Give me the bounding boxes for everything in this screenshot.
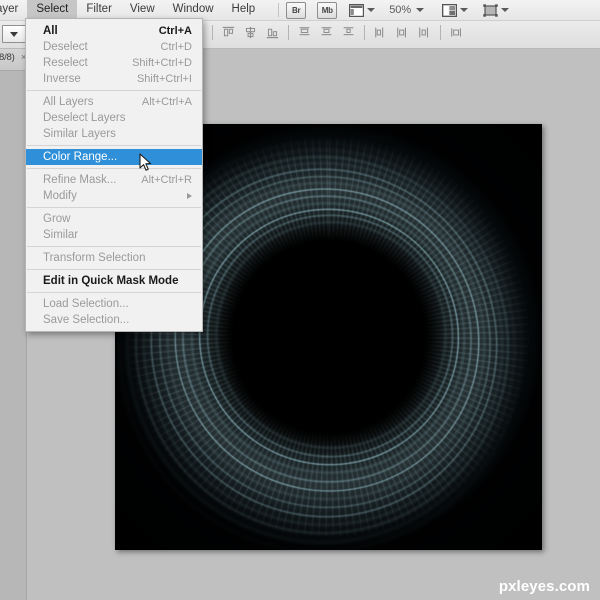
menu-item-label: All <box>43 25 58 37</box>
menu-item-save-selection[interactable]: Save Selection... <box>26 312 202 328</box>
menu-item-load-selection[interactable]: Load Selection... <box>26 296 202 312</box>
menu-item-label: Inverse <box>43 73 81 85</box>
toolbar-divider <box>440 25 441 40</box>
align-bottom-edges-icon[interactable] <box>266 26 279 39</box>
menu-item-shortcut: Alt+Ctrl+R <box>141 174 192 186</box>
menu-item-all-layers[interactable]: All Layers Alt+Ctrl+A <box>26 94 202 110</box>
menu-item-similar-layers[interactable]: Similar Layers <box>26 126 202 142</box>
zoom-level-label: 50% <box>389 4 412 16</box>
menu-item-label: Similar <box>43 229 79 241</box>
distribute-spacing-icon[interactable] <box>450 26 463 39</box>
menu-item-shortcut: Shift+Ctrl+D <box>132 57 192 69</box>
menu-item-label: Load Selection... <box>43 298 129 310</box>
menu-separator <box>27 246 201 247</box>
menu-item-label: Save Selection... <box>43 314 130 326</box>
menu-item-label: All Layers <box>43 96 94 108</box>
menu-item-color-range[interactable]: Color Range... <box>26 149 202 165</box>
menu-item-similar[interactable]: Similar <box>26 227 202 243</box>
menu-item-deselect-layers[interactable]: Deselect Layers <box>26 110 202 126</box>
menu-item-deselect[interactable]: Deselect Ctrl+D <box>26 39 202 55</box>
menu-separator <box>27 168 201 169</box>
menu-view[interactable]: View <box>121 0 164 20</box>
menu-item-label: Reselect <box>43 57 88 69</box>
left-panel-strip <box>0 70 27 600</box>
menu-item-label: Color Range... <box>43 151 118 163</box>
watermark: pxleyes.com <box>498 578 590 595</box>
screen-mode-icon[interactable] <box>441 3 458 18</box>
menu-separator <box>27 90 201 91</box>
menu-separator <box>27 145 201 146</box>
align-top-edges-icon[interactable] <box>222 26 235 39</box>
zoom-level-chevron-icon[interactable] <box>416 8 425 12</box>
submenu-arrow-icon <box>187 193 192 199</box>
menu-filter[interactable]: Filter <box>77 0 121 20</box>
screen-mode-chevron-icon[interactable] <box>460 8 469 12</box>
align-horizontal-centers-icon[interactable] <box>320 26 333 39</box>
toolbar-divider <box>212 25 213 40</box>
distribute-vertical-centers-icon[interactable] <box>396 26 409 39</box>
menu-separator <box>27 269 201 270</box>
menubar-divider <box>278 3 280 17</box>
menu-item-grow[interactable]: Grow <box>26 211 202 227</box>
menu-item-label: Modify <box>43 190 77 202</box>
menu-layer[interactable]: ayer <box>0 0 27 20</box>
align-right-edges-icon[interactable] <box>298 26 311 39</box>
menu-window[interactable]: Window <box>164 0 223 20</box>
photoshop-window: 8/8) × ayer Select Filter View <box>0 0 600 600</box>
toolbar-divider <box>364 25 365 40</box>
align-vertical-centers-icon[interactable] <box>244 26 257 39</box>
chevron-down-icon <box>10 31 18 37</box>
menu-item-reselect[interactable]: Reselect Shift+Ctrl+D <box>26 55 202 71</box>
menu-help[interactable]: Help <box>223 0 265 20</box>
menu-item-inverse[interactable]: Inverse Shift+Ctrl+I <box>26 71 202 87</box>
distribute-horizontal-centers-icon[interactable] <box>374 26 387 39</box>
document-tab-label: 8/8) <box>0 52 15 63</box>
menu-item-edit-in-quick-mask-mode[interactable]: Edit in Quick Mask Mode <box>26 273 202 289</box>
menu-item-modify[interactable]: Modify <box>26 188 202 204</box>
arrange-documents-icon[interactable] <box>348 3 365 18</box>
menu-item-shortcut: Alt+Ctrl+A <box>141 96 192 108</box>
distribute-left-edges-icon[interactable] <box>342 26 355 39</box>
bridge-button[interactable]: Br <box>286 1 307 19</box>
menu-item-label: Deselect <box>43 41 88 53</box>
menu-item-label: Grow <box>43 213 71 225</box>
menu-item-label: Edit in Quick Mask Mode <box>43 275 179 287</box>
menu-item-label: Refine Mask... <box>43 174 117 186</box>
menu-item-transform-selection[interactable]: Transform Selection <box>26 250 202 266</box>
menu-item-label: Similar Layers <box>43 128 116 140</box>
menu-item-shortcut: Shift+Ctrl+I <box>136 73 192 85</box>
menu-select[interactable]: Select <box>27 0 78 20</box>
menu-item-label: Transform Selection <box>43 252 146 264</box>
menu-item-all[interactable]: All Ctrl+A <box>26 23 202 39</box>
select-menu-dropdown[interactable]: All Ctrl+A Deselect Ctrl+D Reselect Shift+Ctr… <box>25 18 203 332</box>
mini-bridge-button[interactable]: Mb <box>317 1 338 19</box>
mouse-cursor-icon <box>139 153 152 171</box>
tool-preset-dropdown[interactable] <box>2 25 26 43</box>
menu-item-label: Deselect Layers <box>43 112 126 124</box>
arrange-documents-chevron-icon[interactable] <box>367 8 376 12</box>
workspace-switcher-chevron-icon[interactable] <box>501 8 510 12</box>
menu-item-shortcut: Ctrl+A <box>158 25 192 37</box>
menu-item-refine-mask[interactable]: Refine Mask... Alt+Ctrl+R <box>26 172 202 188</box>
workspace-switcher-icon[interactable] <box>482 3 499 18</box>
distribute-right-edges-icon[interactable] <box>418 26 431 39</box>
menu-item-shortcut: Ctrl+D <box>160 41 192 53</box>
menu-separator <box>27 292 201 293</box>
toolbar-divider <box>288 25 289 40</box>
menu-separator <box>27 207 201 208</box>
